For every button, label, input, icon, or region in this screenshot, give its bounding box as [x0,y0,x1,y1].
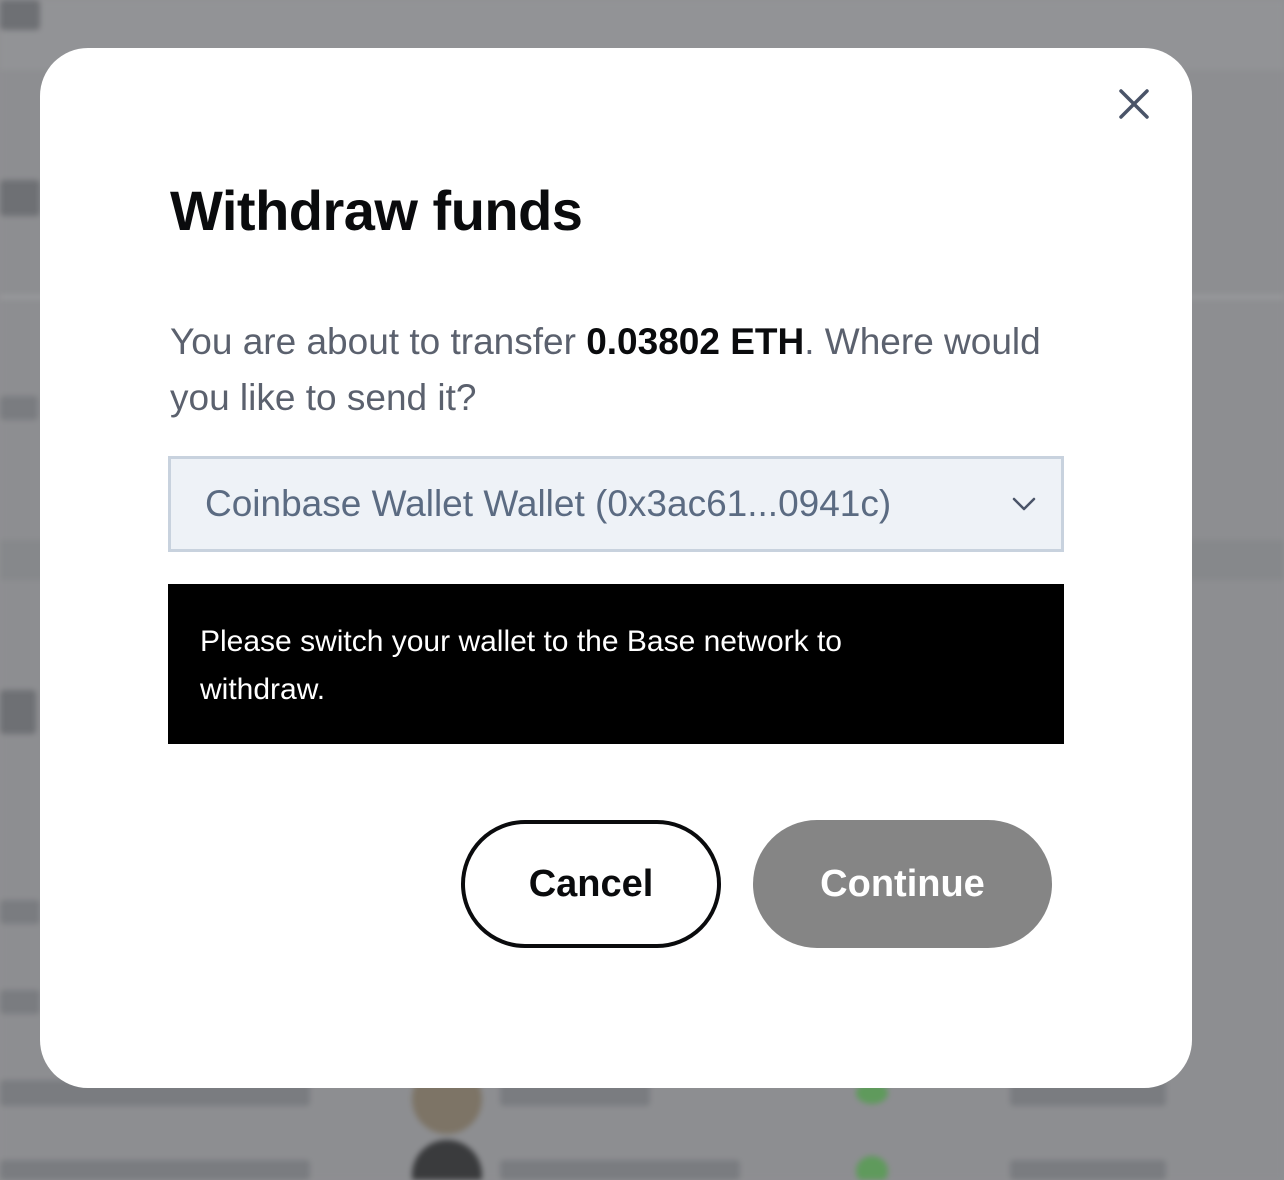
transfer-description: You are about to transfer 0.03802 ETH. W… [170,314,1050,426]
background-row-text [500,1160,740,1180]
background-text [0,990,40,1014]
background-text [0,0,40,30]
background-text [0,396,38,420]
close-button[interactable] [1116,86,1152,122]
cancel-button[interactable]: Cancel [461,820,721,948]
network-warning-message: Please switch your wallet to the Base ne… [200,625,842,706]
withdraw-modal: Withdraw funds You are about to transfer… [40,48,1192,1088]
wallet-select-value: Coinbase Wallet Wallet (0x3ac61...0941c) [205,483,892,524]
transfer-amount: 0.03802 ETH [586,321,805,362]
wallet-select[interactable]: Coinbase Wallet Wallet (0x3ac61...0941c) [168,456,1064,552]
description-prefix: You are about to transfer [170,321,587,362]
modal-title: Withdraw funds [170,179,583,242]
background-row-text [0,1160,310,1180]
close-icon [1119,89,1149,119]
background-text [0,180,40,216]
background-status-dot [856,1156,888,1180]
background-row-text [1010,1160,1166,1180]
background-text [0,900,40,924]
background-text [0,690,36,734]
chevron-down-icon [1009,489,1039,519]
background-avatar [412,1140,482,1180]
network-warning-alert: Please switch your wallet to the Base ne… [168,584,1064,744]
continue-button[interactable]: Continue [753,820,1052,948]
